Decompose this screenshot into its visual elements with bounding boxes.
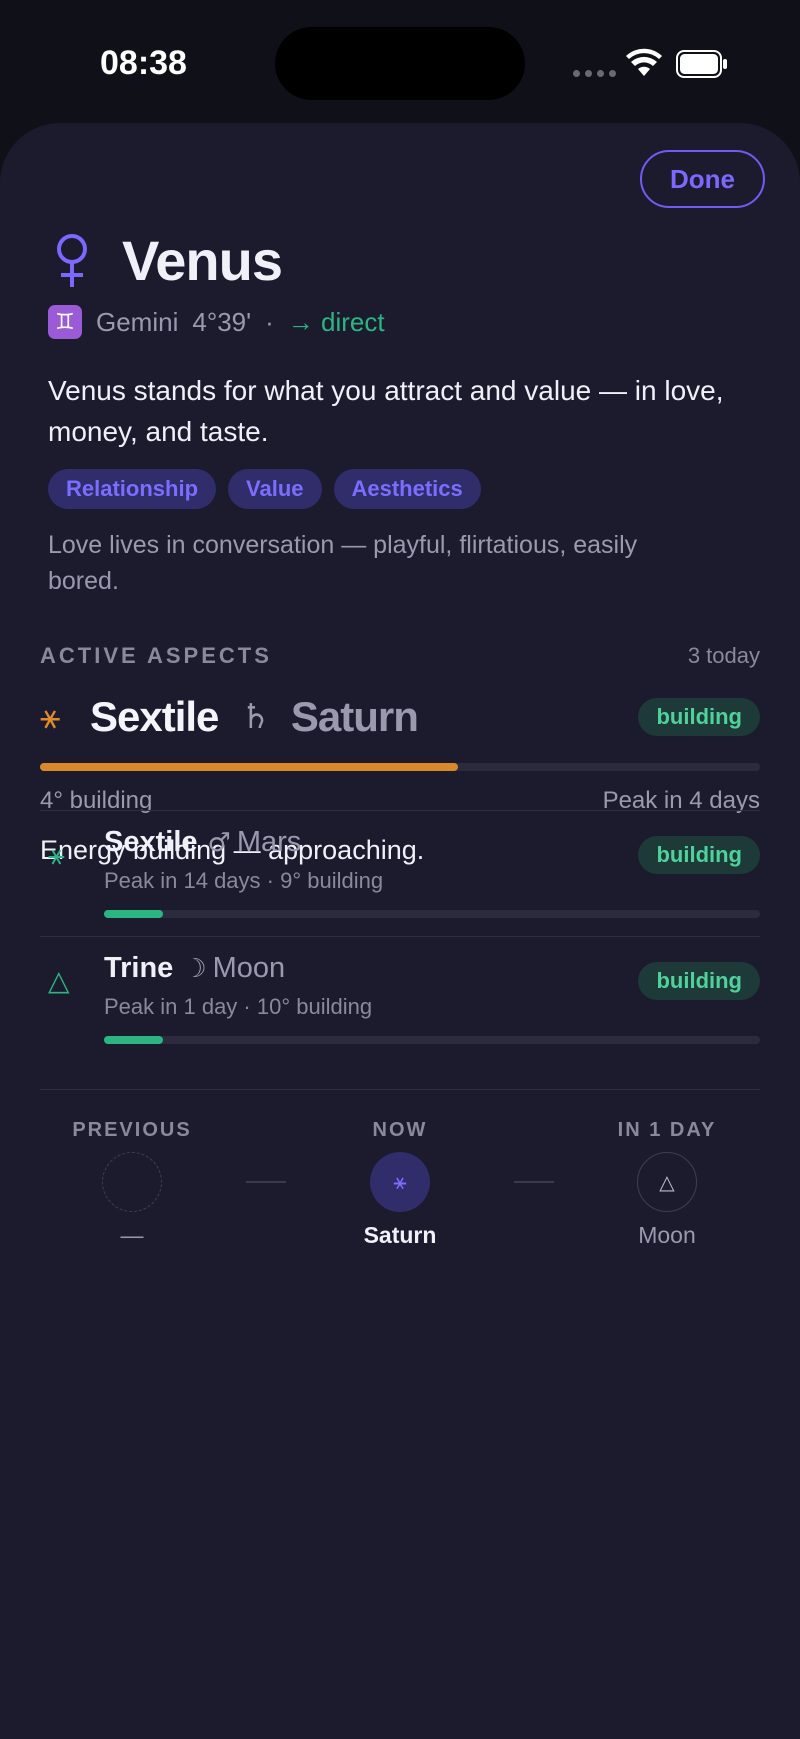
timeline-label: PREVIOUS <box>72 1119 192 1141</box>
meta-separator: · <box>265 306 274 337</box>
divider <box>40 1089 760 1090</box>
planet-title: Venus <box>122 229 283 292</box>
keyword-tags: Relationship Value Aesthetics <box>48 469 481 509</box>
progress-fill <box>104 1036 164 1044</box>
placement-note: Love lives in conversation — playful, fl… <box>48 531 638 595</box>
trine-icon: △ <box>48 964 70 997</box>
aspect-progress-bar <box>104 1036 760 1044</box>
sign-name: Gemini <box>96 306 179 337</box>
timeline-connector <box>246 1181 286 1183</box>
moon-icon: ☽ <box>183 953 207 984</box>
mars-icon: ♂ <box>207 827 231 858</box>
timeline-connector <box>514 1181 554 1183</box>
aspect-name: Sextile <box>90 693 219 740</box>
cellular-signal-icon <box>573 70 616 77</box>
aspect-detail: Peak in 14 days · 9° building <box>104 868 384 893</box>
timeline-name: Moon <box>638 1222 696 1248</box>
featured-aspect[interactable]: ⚹ Sextile ♄ Saturn building <box>40 689 760 745</box>
progress-fill <box>104 910 164 918</box>
tag-relationship: Relationship <box>48 469 217 509</box>
aspect-row-mars[interactable]: ⚹ Sextile ♂ Mars Peak in 14 days · 9° bu… <box>40 810 760 930</box>
tag-value: Value <box>228 469 322 509</box>
section-title: ACTIVE ASPECTS <box>40 643 272 668</box>
status-badge: building <box>638 962 760 1000</box>
status-badge: building <box>638 836 760 874</box>
tag-aesthetics: Aesthetics <box>333 469 481 509</box>
dynamic-island <box>275 27 525 100</box>
timeline-label: NOW <box>372 1119 428 1141</box>
timeline-now[interactable]: NOW ⚹ Saturn <box>320 1119 480 1249</box>
planet-header: Venus <box>52 228 283 293</box>
timeline-label: IN 1 DAY <box>617 1119 717 1141</box>
trine-icon: △ <box>637 1152 697 1212</box>
saturn-icon: ♄ <box>240 697 271 737</box>
aspect-name: Sextile <box>104 826 198 858</box>
battery-icon <box>676 50 727 78</box>
done-button[interactable]: Done <box>640 150 765 208</box>
aspect-progress-bar <box>104 910 760 918</box>
sign-degree: 4°39' <box>192 306 252 337</box>
aspect-timeline: PREVIOUS — NOW ⚹ Saturn IN 1 DAY △ Moon <box>40 1119 760 1249</box>
timeline-previous[interactable]: PREVIOUS — <box>52 1119 212 1249</box>
planet-position: ♊ Gemini 4°39' · → direct <box>48 305 385 339</box>
active-aspects-header: ACTIVE ASPECTS 3 today <box>40 643 760 669</box>
aspect-name: Trine <box>104 952 174 984</box>
timeline-name: — <box>120 1222 144 1248</box>
timeline-name: Saturn <box>363 1222 437 1248</box>
aspect-row-moon[interactable]: △ Trine ☽ Moon Peak in 1 day · 10° build… <box>40 936 760 1056</box>
planet-detail-sheet: Done Venus ♊ Gemini 4°39' · → direct Ven… <box>0 123 800 1739</box>
featured-progress-bar <box>40 763 760 771</box>
status-bar: 08:38 <box>0 0 800 120</box>
status-time: 08:38 <box>100 44 187 82</box>
sextile-icon: ⚹ <box>48 838 65 871</box>
progress-fill <box>40 763 458 771</box>
sextile-icon: ⚹ <box>370 1152 430 1212</box>
status-badge: building <box>638 698 760 736</box>
aspect-count: 3 today <box>687 643 760 668</box>
venus-icon <box>57 233 87 287</box>
timeline-next[interactable]: IN 1 DAY △ Moon <box>587 1119 747 1249</box>
aspect-title: Trine ☽ Moon <box>104 952 285 985</box>
aspect-title: Sextile ♂ Mars <box>104 826 301 859</box>
sextile-icon: ⚹ <box>40 697 61 737</box>
aspect-planet: Mars <box>236 826 302 858</box>
gemini-icon: ♊ <box>48 305 82 339</box>
wifi-icon <box>626 48 662 76</box>
motion-status: → direct <box>287 306 385 337</box>
empty-circle-icon <box>102 1152 162 1212</box>
planet-description: Venus stands for what you attract and va… <box>48 375 724 447</box>
aspect-planet: Moon <box>212 952 286 984</box>
aspect-planet: Saturn <box>290 693 419 740</box>
aspect-detail: Peak in 1 day · 10° building <box>104 994 373 1019</box>
